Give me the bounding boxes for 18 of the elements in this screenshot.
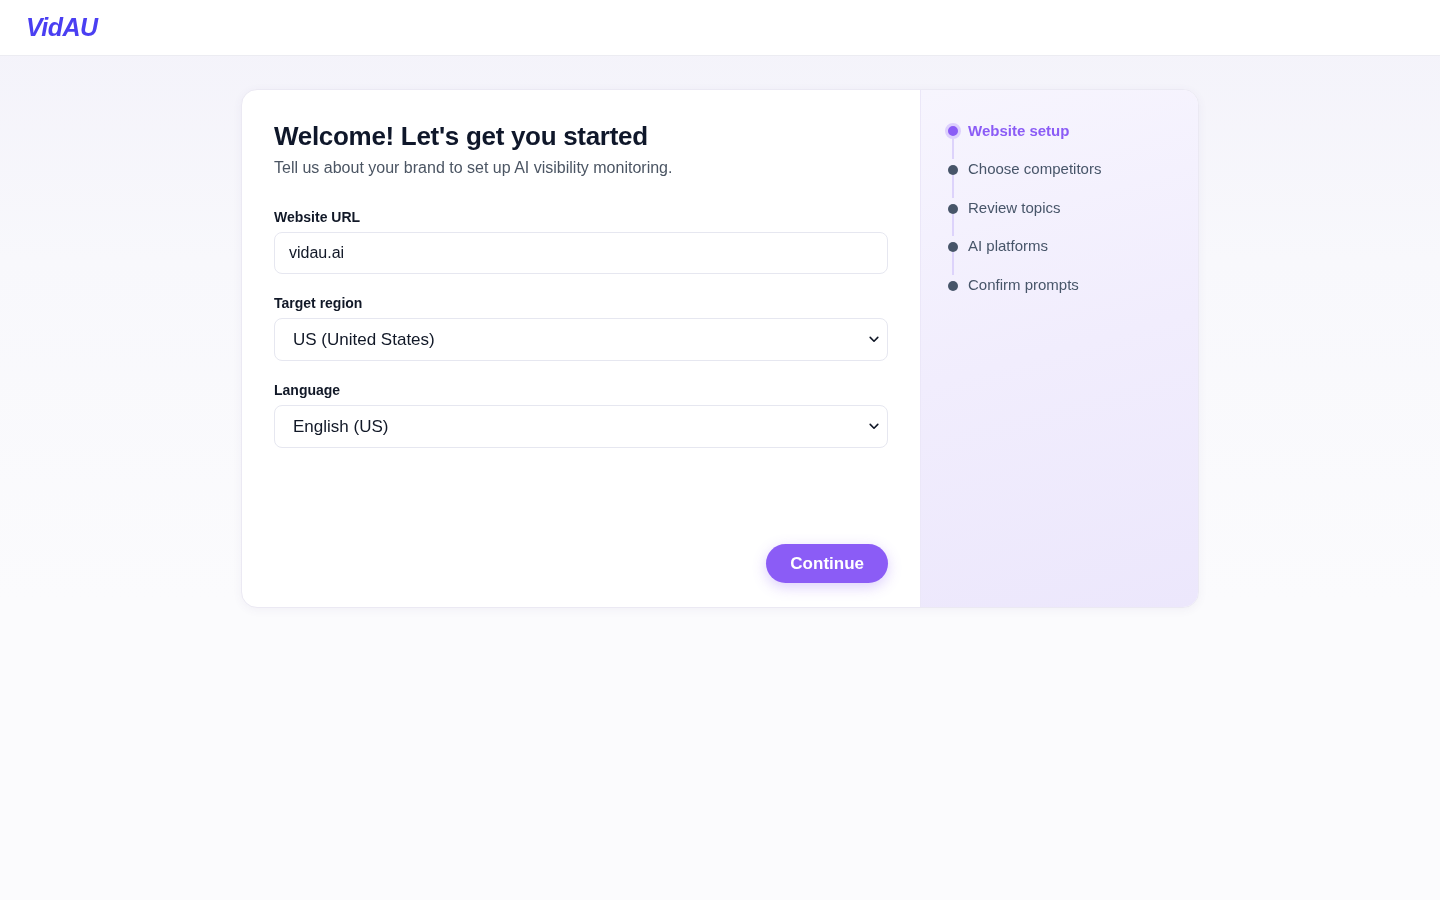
page-title: Welcome! Let's get you started: [274, 121, 649, 151]
field-label: Website URL: [274, 208, 361, 226]
step-item[interactable]: Website setup: [968, 121, 1070, 141]
step-item[interactable]: Review topics: [968, 197, 1061, 218]
chevron-down-icon: [869, 336, 879, 343]
step-item[interactable]: Choose competitors: [968, 159, 1102, 180]
chevron-down-icon: [869, 423, 879, 430]
website-url-field[interactable]: vidau.ai: [274, 232, 888, 274]
page-subtitle: Tell us about your brand to set up AI visibility monitoring.: [274, 158, 674, 178]
field-label: Target region: [274, 294, 363, 312]
brand-logo: VidAU: [26, 15, 98, 40]
step-connector-line: [952, 139, 954, 160]
continue-button[interactable]: Continue: [766, 544, 888, 583]
step-item[interactable]: Confirm prompts: [968, 274, 1079, 295]
field-label: Language: [274, 381, 341, 399]
dropdown-select[interactable]: English (US): [274, 405, 888, 448]
dropdown-select[interactable]: US (United States): [274, 318, 888, 361]
step-item[interactable]: AI platforms: [968, 236, 1049, 257]
